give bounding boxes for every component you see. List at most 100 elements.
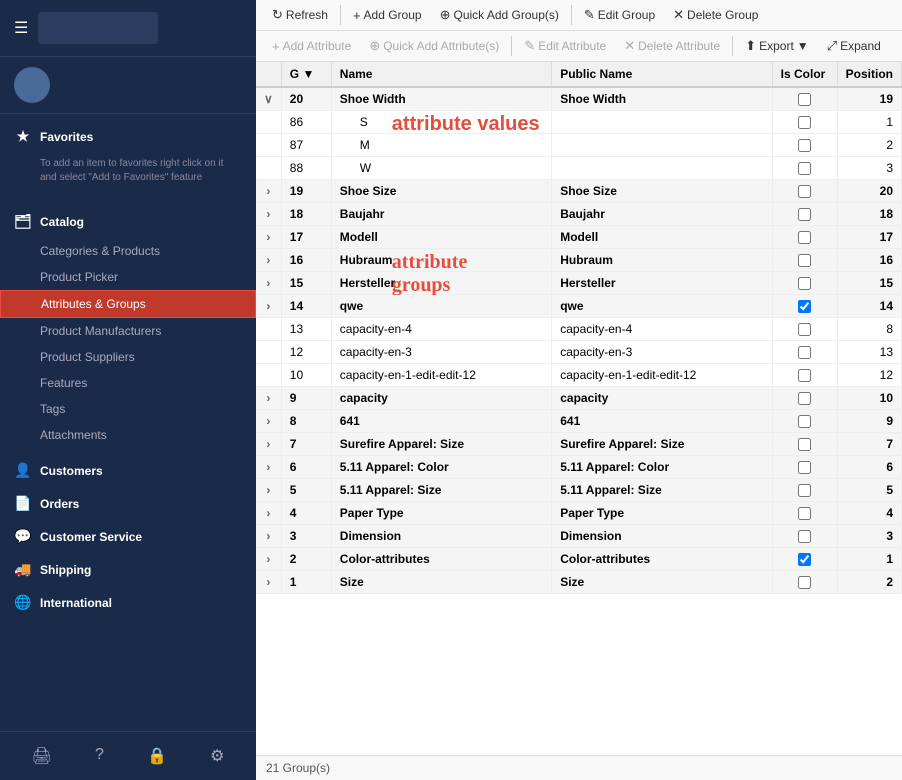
sidebar-item-attributes-groups[interactable]: Attributes & Groups [0,290,256,318]
table-row[interactable]: › 2 Color-attributes Color-attributes 1 [256,548,902,571]
iscolor-checkbox[interactable] [798,576,811,589]
expand-button[interactable]: ⤢ Expand [819,35,889,57]
iscolor-checkbox[interactable] [798,116,811,129]
refresh-button[interactable]: ↻ Refresh [264,4,336,26]
table-row[interactable]: › 7 Surefire Apparel: Size Surefire Appa… [256,433,902,456]
expand-cell[interactable]: › [256,479,281,502]
th-iscolor[interactable]: Is Color [772,62,837,87]
iscolor-checkbox[interactable] [798,438,811,451]
table-row[interactable]: 88 W 3 [256,157,902,180]
edit-group-button[interactable]: ✎ Edit Group [576,4,663,26]
table-row[interactable]: 86 Sattribute values 1 [256,111,902,134]
sidebar-item-favorites[interactable]: ★ Favorites [0,120,256,153]
table-row[interactable]: › 5 5.11 Apparel: Size 5.11 Apparel: Siz… [256,479,902,502]
table-row[interactable]: 12 capacity-en-3 capacity-en-3 13 [256,341,902,364]
iscolor-checkbox[interactable] [798,530,811,543]
expand-cell[interactable]: ∨ [256,87,281,111]
add-attribute-button[interactable]: + Add Attribute [264,36,359,57]
th-g[interactable]: G ▼ [281,62,331,87]
sidebar-print-icon[interactable]: 🖨 [24,742,60,770]
expand-cell[interactable] [256,318,281,341]
th-position[interactable]: Position [837,62,901,87]
table-row[interactable]: › 4 Paper Type Paper Type 4 [256,502,902,525]
delete-attribute-button[interactable]: ✕ Delete Attribute [616,35,728,57]
quick-add-attributes-button[interactable]: ⊕ Quick Add Attribute(s) [361,35,507,57]
table-row[interactable]: › 17 Modell Modell 17 [256,226,902,249]
iscolor-checkbox[interactable] [798,185,811,198]
sidebar-item-shipping[interactable]: 🚚 Shipping [0,553,256,586]
th-pubname[interactable]: Public Name [552,62,772,87]
edit-attribute-button[interactable]: ✎ Edit Attribute [516,35,614,57]
expand-cell[interactable]: › [256,203,281,226]
sidebar-settings-icon[interactable]: ⚙ [202,742,232,770]
expand-cell[interactable]: › [256,272,281,295]
expand-cell[interactable]: › [256,180,281,203]
iscolor-checkbox[interactable] [798,392,811,405]
th-name[interactable]: Name [331,62,551,87]
sidebar-help-icon[interactable]: ? [87,742,112,770]
expand-cell[interactable]: › [256,410,281,433]
iscolor-checkbox[interactable] [798,323,811,336]
iscolor-checkbox[interactable] [798,93,811,106]
sidebar-item-tags[interactable]: Tags [0,396,256,422]
expand-cell[interactable] [256,341,281,364]
table-row[interactable]: › 3 Dimension Dimension 3 [256,525,902,548]
expand-cell[interactable]: › [256,249,281,272]
table-row[interactable]: › 19 Shoe Size Shoe Size 20 [256,180,902,203]
export-button[interactable]: ⬆ Export ▼ [737,35,816,57]
table-row[interactable]: › 14 qwe qwe 14 [256,295,902,318]
expand-cell[interactable]: › [256,295,281,318]
expand-cell[interactable]: › [256,502,281,525]
sidebar-item-orders[interactable]: 📄 Orders [0,487,256,520]
name-cell: Baujahr [331,203,551,226]
table-row[interactable]: › 1 Size Size 2 [256,571,902,594]
table-row[interactable]: › 9 capacity capacity 10 [256,387,902,410]
expand-cell[interactable]: › [256,548,281,571]
sidebar-item-product-suppliers[interactable]: Product Suppliers [0,344,256,370]
iscolor-checkbox[interactable] [798,208,811,221]
expand-cell[interactable]: › [256,456,281,479]
add-group-button[interactable]: + Add Group [345,5,430,26]
sidebar-item-catalog[interactable]: 🗂 Catalog [0,205,256,238]
sidebar-item-customer-service[interactable]: 💬 Customer Service [0,520,256,553]
iscolor-checkbox[interactable] [798,162,811,175]
expand-cell[interactable] [256,364,281,387]
iscolor-checkbox[interactable] [798,507,811,520]
expand-cell[interactable]: › [256,226,281,249]
iscolor-checkbox[interactable] [798,139,811,152]
expand-cell[interactable]: › [256,433,281,456]
hamburger-icon[interactable]: ☰ [14,18,28,38]
sidebar-item-product-picker[interactable]: Product Picker [0,264,256,290]
expand-cell[interactable]: › [256,571,281,594]
iscolor-checkbox[interactable] [798,415,811,428]
sidebar-item-categories-products[interactable]: Categories & Products [0,238,256,264]
iscolor-checkbox[interactable] [798,461,811,474]
table-row[interactable]: ∨ 20 Shoe Width Shoe Width 19 [256,87,902,111]
iscolor-checkbox[interactable] [798,346,811,359]
expand-cell[interactable]: › [256,387,281,410]
iscolor-checkbox[interactable] [798,254,811,267]
table-row[interactable]: › 16 Hubraumattribute Hubraum 16 [256,249,902,272]
sidebar-item-features[interactable]: Features [0,370,256,396]
table-row[interactable]: 13 capacity-en-4 capacity-en-4 8 [256,318,902,341]
sidebar-item-attachments[interactable]: Attachments [0,422,256,448]
sidebar-item-customers[interactable]: 👤 Customers [0,454,256,487]
iscolor-checkbox[interactable] [798,300,811,313]
iscolor-checkbox[interactable] [798,369,811,382]
table-row[interactable]: › 15 Herstellergroups Hersteller 15 [256,272,902,295]
table-row[interactable]: › 18 Baujahr Baujahr 18 [256,203,902,226]
quick-add-groups-button[interactable]: ⊕ Quick Add Group(s) [432,4,567,26]
iscolor-checkbox[interactable] [798,277,811,290]
expand-cell[interactable]: › [256,525,281,548]
iscolor-checkbox[interactable] [798,484,811,497]
delete-group-button[interactable]: ✕ Delete Group [665,4,766,26]
sidebar-item-international[interactable]: 🌐 International [0,586,256,619]
iscolor-checkbox[interactable] [798,231,811,244]
sidebar-item-product-manufacturers[interactable]: Product Manufacturers [0,318,256,344]
table-row[interactable]: › 6 5.11 Apparel: Color 5.11 Apparel: Co… [256,456,902,479]
table-row[interactable]: 87 M 2 [256,134,902,157]
table-row[interactable]: › 8 641 641 9 [256,410,902,433]
sidebar-lock-icon[interactable]: 🔒 [139,742,175,770]
table-row[interactable]: 10 capacity-en-1-edit-edit-12 capacity-e… [256,364,902,387]
iscolor-checkbox[interactable] [798,553,811,566]
